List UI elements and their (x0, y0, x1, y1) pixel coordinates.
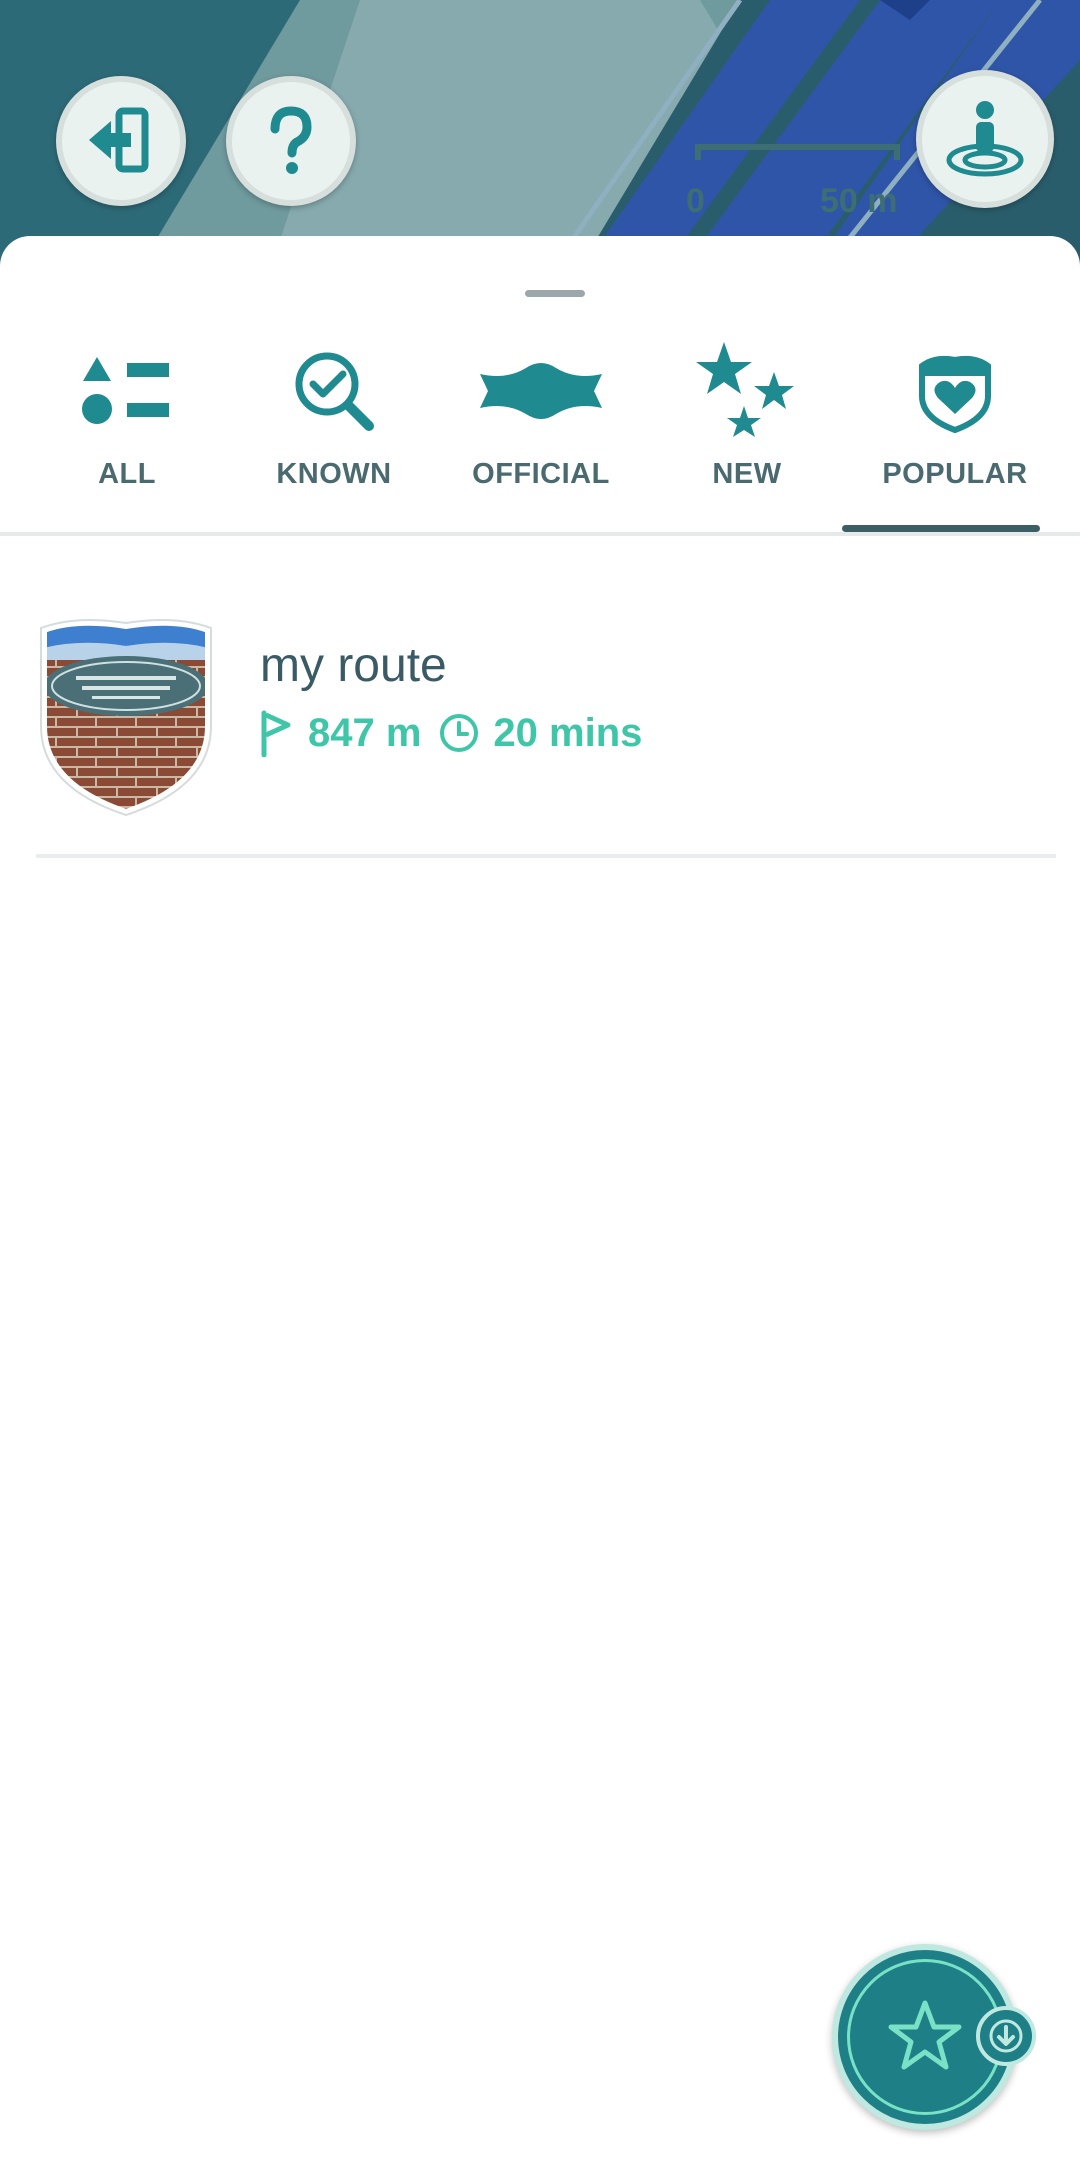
tab-label: NEW (712, 458, 782, 490)
tab-official[interactable]: OFFICIAL (441, 336, 641, 534)
sheet-grabber[interactable] (525, 290, 585, 297)
shapes-icon (82, 357, 169, 424)
map-scale-bar (695, 144, 900, 164)
help-button[interactable] (226, 76, 356, 206)
tab-label: ALL (98, 458, 156, 490)
stars-icon (696, 342, 794, 437)
scale-end-label: 50 m (820, 182, 898, 220)
avatar-location-icon (946, 101, 1024, 177)
tab-known[interactable]: KNOWN (234, 336, 434, 534)
route-thumbnail (40, 618, 212, 816)
star-icon (888, 2000, 962, 2070)
routes-sheet: ALL KNOWN OFFICIAL NEW POPULAR my route … (0, 236, 1080, 2174)
tab-new[interactable]: NEW (647, 336, 847, 534)
selected-tab-indicator (842, 525, 1040, 532)
question-icon (270, 106, 312, 174)
tab-popular[interactable]: POPULAR (855, 336, 1055, 534)
download-arrow-icon (989, 2019, 1023, 2053)
heart-shield-icon (919, 355, 991, 434)
clock-icon (439, 713, 479, 753)
tab-label: POPULAR (882, 458, 1028, 490)
tab-label: KNOWN (276, 458, 392, 490)
tabs-divider (0, 532, 1080, 536)
avatar-locate-button[interactable] (916, 70, 1054, 208)
route-name: my route (260, 639, 447, 692)
flag-icon (258, 709, 292, 757)
list-item[interactable]: my route 847 m 20 mins (36, 616, 1056, 856)
tab-label: OFFICIAL (472, 458, 610, 490)
exit-button[interactable] (56, 76, 186, 206)
magnifier-check-icon (295, 352, 374, 431)
download-badge (976, 2006, 1036, 2066)
banner-icon (480, 363, 602, 419)
route-filter-tabs: ALL KNOWN OFFICIAL NEW POPULAR (0, 336, 1080, 534)
route-distance: 847 m (308, 710, 422, 755)
route-meta: 847 m 20 mins (258, 708, 642, 758)
exit-icon (89, 107, 149, 173)
list-divider (36, 854, 1056, 858)
scale-start-label: 0 (686, 182, 705, 220)
tab-all[interactable]: ALL (27, 336, 227, 534)
route-duration: 20 mins (493, 710, 643, 755)
